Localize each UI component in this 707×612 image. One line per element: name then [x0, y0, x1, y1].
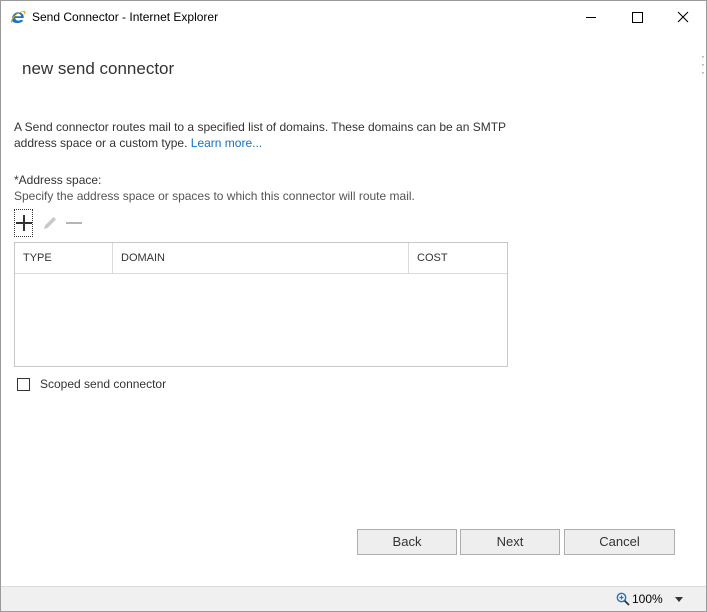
back-button[interactable]: Back — [357, 529, 457, 555]
address-space-toolbar — [14, 209, 94, 239]
learn-more-link[interactable]: Learn more... — [191, 136, 262, 150]
scoped-send-connector-label: Scoped send connector — [40, 377, 167, 391]
add-button[interactable] — [14, 209, 33, 237]
column-header-type[interactable]: TYPE — [15, 243, 113, 273]
maximize-icon — [631, 11, 643, 23]
close-button[interactable] — [660, 1, 706, 33]
minimize-button[interactable] — [568, 1, 614, 33]
zoom-level[interactable]: 100% — [632, 592, 663, 606]
title-bar: Send Connector - Internet Explorer — [1, 1, 706, 33]
minimize-icon — [586, 16, 596, 18]
pencil-icon — [44, 217, 56, 229]
browser-window: Send Connector - Internet Explorer · · · n… — [0, 0, 707, 612]
remove-button[interactable] — [64, 209, 84, 237]
status-bar: 100% — [1, 586, 706, 611]
address-space-help: Specify the address space or spaces to w… — [14, 189, 415, 203]
cancel-button[interactable]: Cancel — [564, 529, 675, 555]
address-space-table[interactable]: TYPE DOMAIN COST — [14, 242, 508, 367]
chevron-down-icon — [675, 596, 683, 602]
table-header: TYPE DOMAIN COST — [15, 243, 507, 274]
description-text: A Send connector routes mail to a specif… — [14, 119, 514, 151]
zoom-dropdown-button[interactable] — [673, 592, 685, 606]
zoom-icon — [616, 592, 630, 606]
close-icon — [677, 11, 689, 23]
next-button[interactable]: Next — [460, 529, 560, 555]
page-title: new send connector — [22, 59, 175, 78]
column-header-domain[interactable]: DOMAIN — [113, 243, 409, 273]
plus-icon — [15, 215, 32, 231]
scoped-send-connector-checkbox[interactable] — [17, 377, 30, 391]
maximize-button[interactable] — [614, 1, 660, 33]
address-space-label: *Address space: — [14, 173, 102, 187]
window-title: Send Connector - Internet Explorer — [32, 10, 219, 24]
scoped-send-connector-option[interactable]: Scoped send connector — [17, 376, 166, 392]
overflow-dots-icon: · · · — [701, 51, 705, 79]
column-header-cost[interactable]: COST — [409, 243, 507, 273]
edit-button[interactable] — [40, 209, 60, 237]
internet-explorer-icon — [10, 9, 26, 25]
minus-icon — [66, 222, 82, 224]
